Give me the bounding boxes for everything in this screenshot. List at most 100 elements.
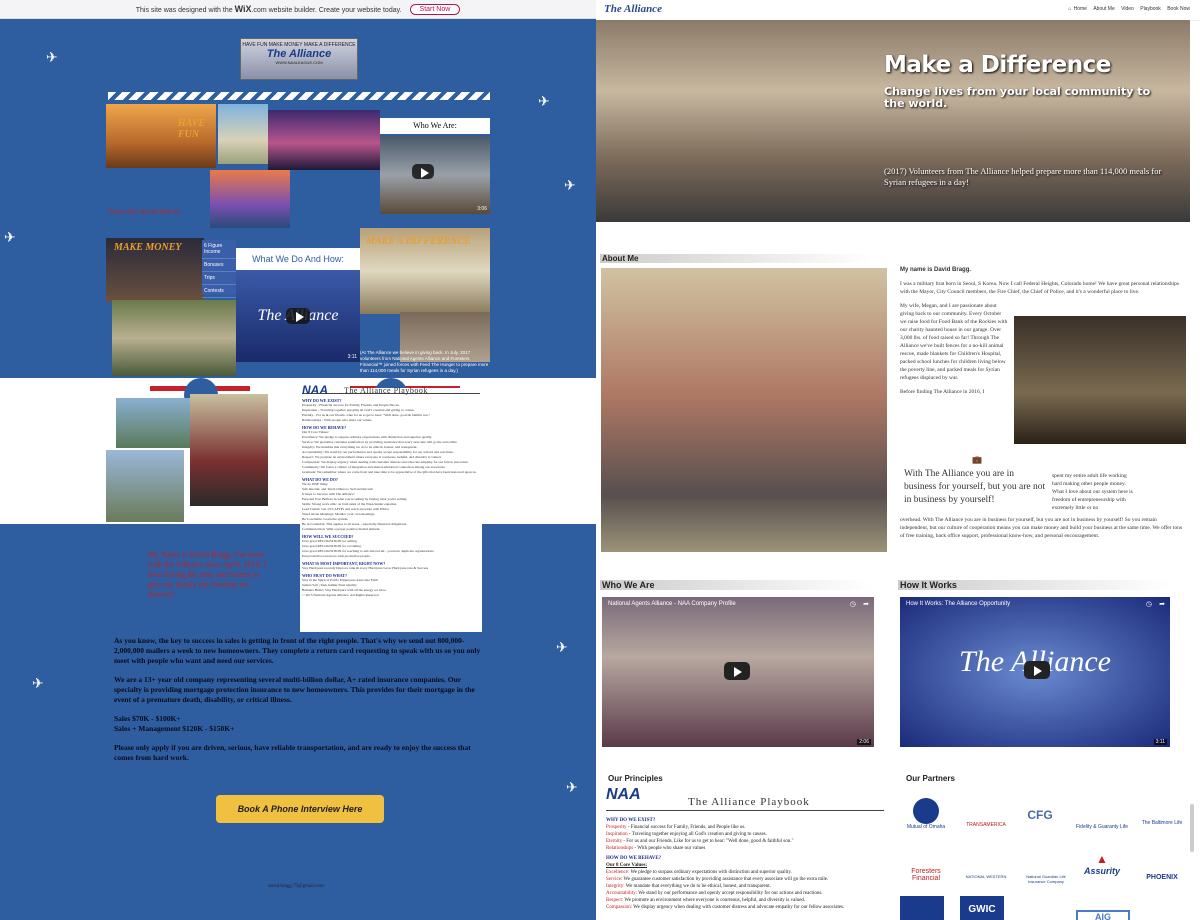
nav-home[interactable]: Home — [1074, 6, 1087, 12]
nav-book-now[interactable]: Book Now — [1167, 6, 1190, 12]
playbook-line: Excellence: We pledge to surpass ordinar… — [606, 869, 886, 876]
partner-logo[interactable]: National Guardian Life Insurance Company — [1018, 874, 1074, 884]
airplane-icon: ✈ — [46, 50, 58, 66]
divider — [606, 810, 884, 811]
partner-logo[interactable]: Fidelity & Guaranty Life — [1074, 824, 1130, 830]
menu-item-bonuses[interactable]: Bonuses — [202, 259, 236, 272]
book-interview-button[interactable]: Book A Phone Interview Here — [216, 795, 384, 823]
paragraph: Please only apply if you are driven, ser… — [114, 743, 471, 762]
make-money-label: MAKE MONEY — [114, 242, 182, 253]
make-difference-label: MAKE A DIFFERENCE — [366, 236, 471, 247]
recruit-body: As you know, the key to success in sales… — [114, 636, 486, 772]
colosseum-photo: HAVE FUN — [106, 104, 216, 168]
intro-red-text: My Name is David Bragg. I've been with t… — [148, 550, 267, 599]
value-text: We mandate that everything we do to be e… — [624, 884, 771, 889]
about-paragraph: spent my entire adult life working hard … — [1052, 473, 1133, 511]
about-couple-photo — [601, 268, 887, 552]
partner-logo[interactable]: The Baltimore Life — [1134, 820, 1190, 826]
beach-photo — [210, 170, 290, 228]
share-icon[interactable]: ➦ — [863, 600, 869, 608]
hero-subtitle: Change lives from your local community t… — [884, 85, 1151, 110]
family-photo — [116, 398, 192, 448]
couple-photo — [190, 394, 268, 506]
value-text: WHY DO WE EXIST? — [606, 818, 656, 823]
what-we-do-label: What We Do And How: — [236, 248, 360, 270]
email-text[interactable]: david.bragg.79@gmail.com — [268, 884, 324, 889]
clock-icon[interactable]: ◷ — [850, 600, 856, 608]
partner-name: AIG — [1094, 912, 1111, 920]
value-name: Eternity — [606, 839, 623, 844]
partner-logo[interactable]: Mutual of Omaha — [898, 798, 954, 830]
nav-playbook[interactable]: Playbook — [1140, 6, 1161, 12]
playbook-title: The Alliance Playbook — [344, 386, 428, 395]
about-heading: About Me — [600, 254, 872, 263]
partner-logo[interactable]: Foresters Financial — [898, 868, 954, 882]
brand-logo[interactable]: The Alliance — [604, 3, 662, 15]
about-paragraph: overhead. With The Alliance you are in b… — [900, 517, 1183, 539]
menu-item-contests[interactable]: Contests — [202, 285, 236, 298]
menu-item-trips[interactable]: Trips — [202, 272, 236, 285]
travel-label: Travel The World With Us — [108, 208, 181, 216]
partner-logo[interactable]: CFG — [1018, 808, 1062, 822]
pisa-photo — [218, 104, 268, 164]
playbook-line: Relationships - With people who share ou… — [302, 418, 372, 422]
value-text: Our 8 Core Values: — [606, 863, 648, 868]
kids-photo — [106, 450, 184, 522]
how-it-works-video[interactable]: How It Works: The Alliance Opportunity ◷… — [900, 597, 1170, 747]
assurity-emblem-icon: ▲ — [1096, 852, 1108, 866]
partner-name: TRANSAMERICA — [966, 822, 1006, 828]
alliance-logo[interactable]: HAVE FUN MAKE MONEY MAKE A DIFFERENCE Th… — [240, 38, 358, 80]
partner-logo[interactable]: ▲ Assurity — [1074, 852, 1130, 876]
partner-emblem — [913, 798, 939, 824]
naa-logo: NAA — [606, 786, 641, 803]
value-name: Integrity: — [606, 884, 625, 889]
airplane-icon: ✈ — [32, 676, 44, 692]
play-icon[interactable] — [724, 662, 750, 680]
partner-logo[interactable]: AIG — [1076, 910, 1130, 920]
start-now-button[interactable]: Start Now — [409, 3, 461, 15]
clock-icon[interactable]: ◷ — [1146, 600, 1152, 608]
home-icon[interactable]: ⌂ — [1068, 6, 1071, 12]
value-text: HOW DO WE BEHAVE? — [606, 856, 662, 861]
playbook-line: Respect: We promote an environment where… — [606, 897, 886, 904]
value-text: We promote an environment where everyone… — [623, 898, 806, 903]
partner-logo[interactable]: PHOENIX — [1134, 874, 1190, 881]
value-text: We display urgency when dealing with cus… — [632, 905, 845, 910]
partner-name: Fidelity & Guaranty Life — [1076, 824, 1128, 830]
partner-logo[interactable]: GWIC — [960, 896, 1004, 920]
scrollbar[interactable] — [1190, 804, 1194, 852]
play-icon[interactable] — [286, 308, 310, 324]
value-name: Inspiration — [606, 832, 628, 837]
what-we-do-video[interactable]: The Alliance 3:11 — [236, 270, 360, 362]
playbook-line: Integrity: We mandate that everything we… — [606, 883, 886, 890]
who-we-are-video[interactable]: 3:06 — [380, 136, 490, 214]
share-icon[interactable]: ➦ — [1159, 600, 1165, 608]
playbook-line: © 2015 National Agents Alliance. All Rig… — [302, 593, 379, 597]
playbook-line: Eternity - For us and our Friends. Like … — [606, 838, 886, 845]
value-text: - Traveling together enjoying all God's … — [627, 832, 767, 837]
partner-name: Mutual of Omaha — [906, 824, 946, 830]
partner-logo[interactable]: NATIONAL WESTERN — [958, 874, 1014, 879]
playbook-line: Inspiration - Traveling together enjoyin… — [606, 831, 886, 838]
income-menu: 6 Figure Income Bonuses Trips Contests — [202, 240, 236, 298]
partner-name: Foresters Financial — [911, 868, 941, 882]
value-name: Relationships — [606, 846, 634, 851]
principles-heading: Our Principles — [608, 774, 663, 783]
how-heading: How It Works — [898, 580, 1170, 590]
left-site-panel: This site was designed with the WiX.com … — [0, 0, 596, 920]
nav-video[interactable]: Video — [1121, 6, 1134, 12]
play-icon[interactable] — [1024, 661, 1050, 679]
playbook-line: Our 8 Core Values: — [606, 862, 886, 869]
who-we-are-video[interactable]: National Agents Alliance - NAA Company P… — [602, 597, 874, 747]
partner-logo[interactable] — [900, 896, 944, 920]
playbook-line: Stay Hard/pure recently Improve rank & e… — [302, 566, 429, 570]
volunteer-caption: (At The Alliance we believe in giving ba… — [360, 350, 489, 373]
nav-about[interactable]: About Me — [1093, 6, 1114, 12]
make-difference-photo: MAKE A DIFFERENCE — [360, 228, 490, 314]
partner-logo[interactable]: TRANSAMERICA — [958, 822, 1014, 828]
hero-title: Make a Difference — [884, 52, 1111, 78]
play-icon[interactable] — [412, 164, 434, 179]
playbook-line: Accountability: We stand by our performa… — [606, 890, 886, 897]
airplane-icon: ✈ — [556, 640, 568, 656]
menu-item-income[interactable]: 6 Figure Income — [202, 240, 236, 259]
